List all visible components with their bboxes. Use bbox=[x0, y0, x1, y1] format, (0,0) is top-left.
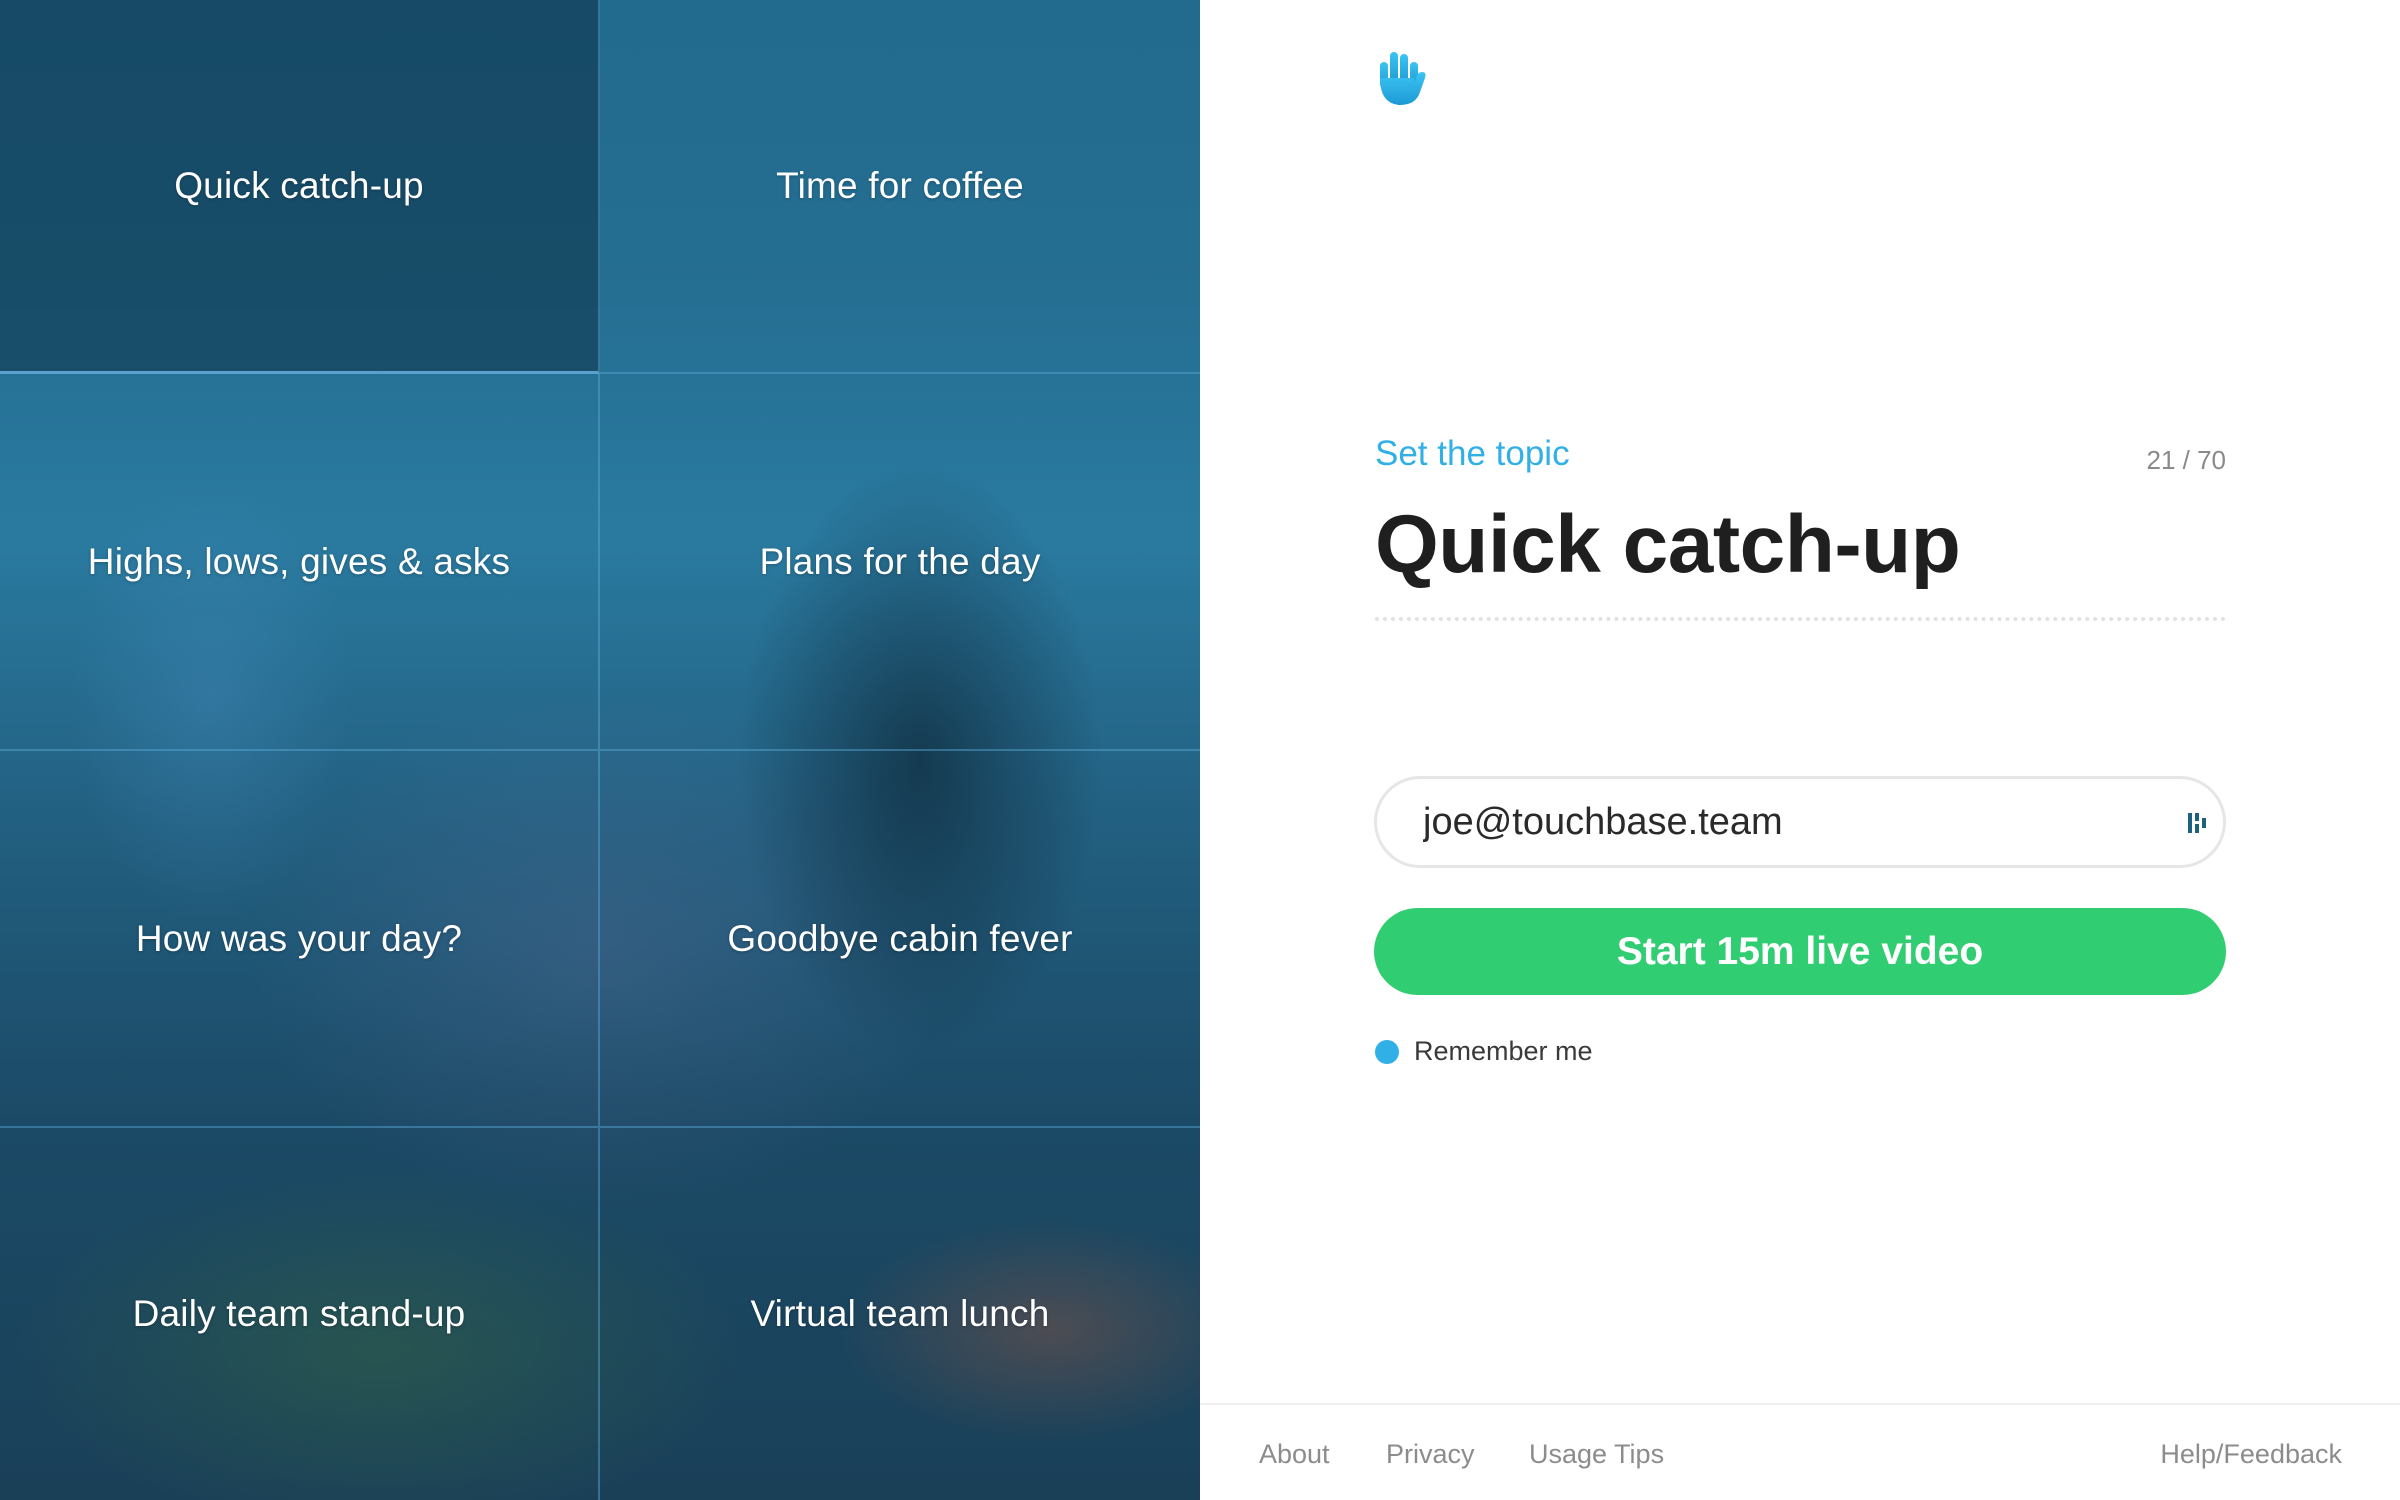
topic-daily-team-stand-up[interactable]: Daily team stand-up bbox=[0, 1128, 600, 1500]
topic-plans-for-the-day[interactable]: Plans for the day bbox=[600, 374, 1200, 751]
remember-me-toggle[interactable]: Remember me bbox=[1375, 1036, 1593, 1067]
topic-grid: Quick catch-up Time for coffee Highs, lo… bbox=[0, 0, 1200, 1500]
footer-link-help-feedback[interactable]: Help/Feedback bbox=[2160, 1439, 2342, 1470]
topic-label: Plans for the day bbox=[759, 540, 1041, 582]
footer-link-usage-tips[interactable]: Usage Tips bbox=[1529, 1439, 1664, 1470]
password-manager-icon[interactable] bbox=[2187, 811, 2209, 835]
topic-quick-catch-up[interactable]: Quick catch-up bbox=[0, 0, 600, 374]
topic-label: Daily team stand-up bbox=[132, 1293, 466, 1334]
email-field[interactable] bbox=[1423, 779, 2143, 865]
topic-title[interactable]: Quick catch-up bbox=[1375, 498, 1961, 592]
start-video-button[interactable]: Start 15m live video bbox=[1374, 908, 2226, 995]
raised-hand-icon bbox=[1380, 52, 1426, 105]
email-field-wrapper bbox=[1374, 776, 2226, 868]
form-panel: Set the topic 21 / 70 Quick catch-up Sta… bbox=[1200, 0, 2400, 1500]
topic-label: Goodbye cabin fever bbox=[727, 917, 1073, 959]
topic-label: How was your day? bbox=[135, 917, 463, 959]
topic-how-was-your-day[interactable]: How was your day? bbox=[0, 751, 600, 1128]
remember-me-radio[interactable] bbox=[1375, 1039, 1399, 1064]
topic-label: Quick catch-up bbox=[174, 164, 424, 206]
footer: About Privacy Usage Tips Help/Feedback bbox=[1200, 1403, 2400, 1500]
topic-virtual-team-lunch[interactable]: Virtual team lunch bbox=[600, 1128, 1200, 1500]
remember-me-label: Remember me bbox=[1414, 1036, 1593, 1066]
footer-link-privacy[interactable]: Privacy bbox=[1386, 1439, 1475, 1470]
topic-kicker: Set the topic bbox=[1375, 434, 1570, 473]
topic-label: Virtual team lunch bbox=[750, 1293, 1050, 1334]
topic-label: Highs, lows, gives & asks bbox=[87, 540, 511, 582]
topic-panel: Quick catch-up Time for coffee Highs, lo… bbox=[0, 0, 1200, 1500]
topic-highs-lows-gives-asks[interactable]: Highs, lows, gives & asks bbox=[0, 374, 600, 751]
title-divider bbox=[1375, 617, 2226, 621]
topic-counter: 21 / 70 bbox=[2146, 445, 2226, 475]
footer-link-about[interactable]: About bbox=[1259, 1439, 1330, 1470]
topic-label: Time for coffee bbox=[776, 165, 1024, 206]
app-root: Quick catch-up Time for coffee Highs, lo… bbox=[0, 0, 2400, 1500]
topic-time-for-coffee[interactable]: Time for coffee bbox=[600, 0, 1200, 374]
topic-goodbye-cabin-fever[interactable]: Goodbye cabin fever bbox=[600, 751, 1200, 1128]
